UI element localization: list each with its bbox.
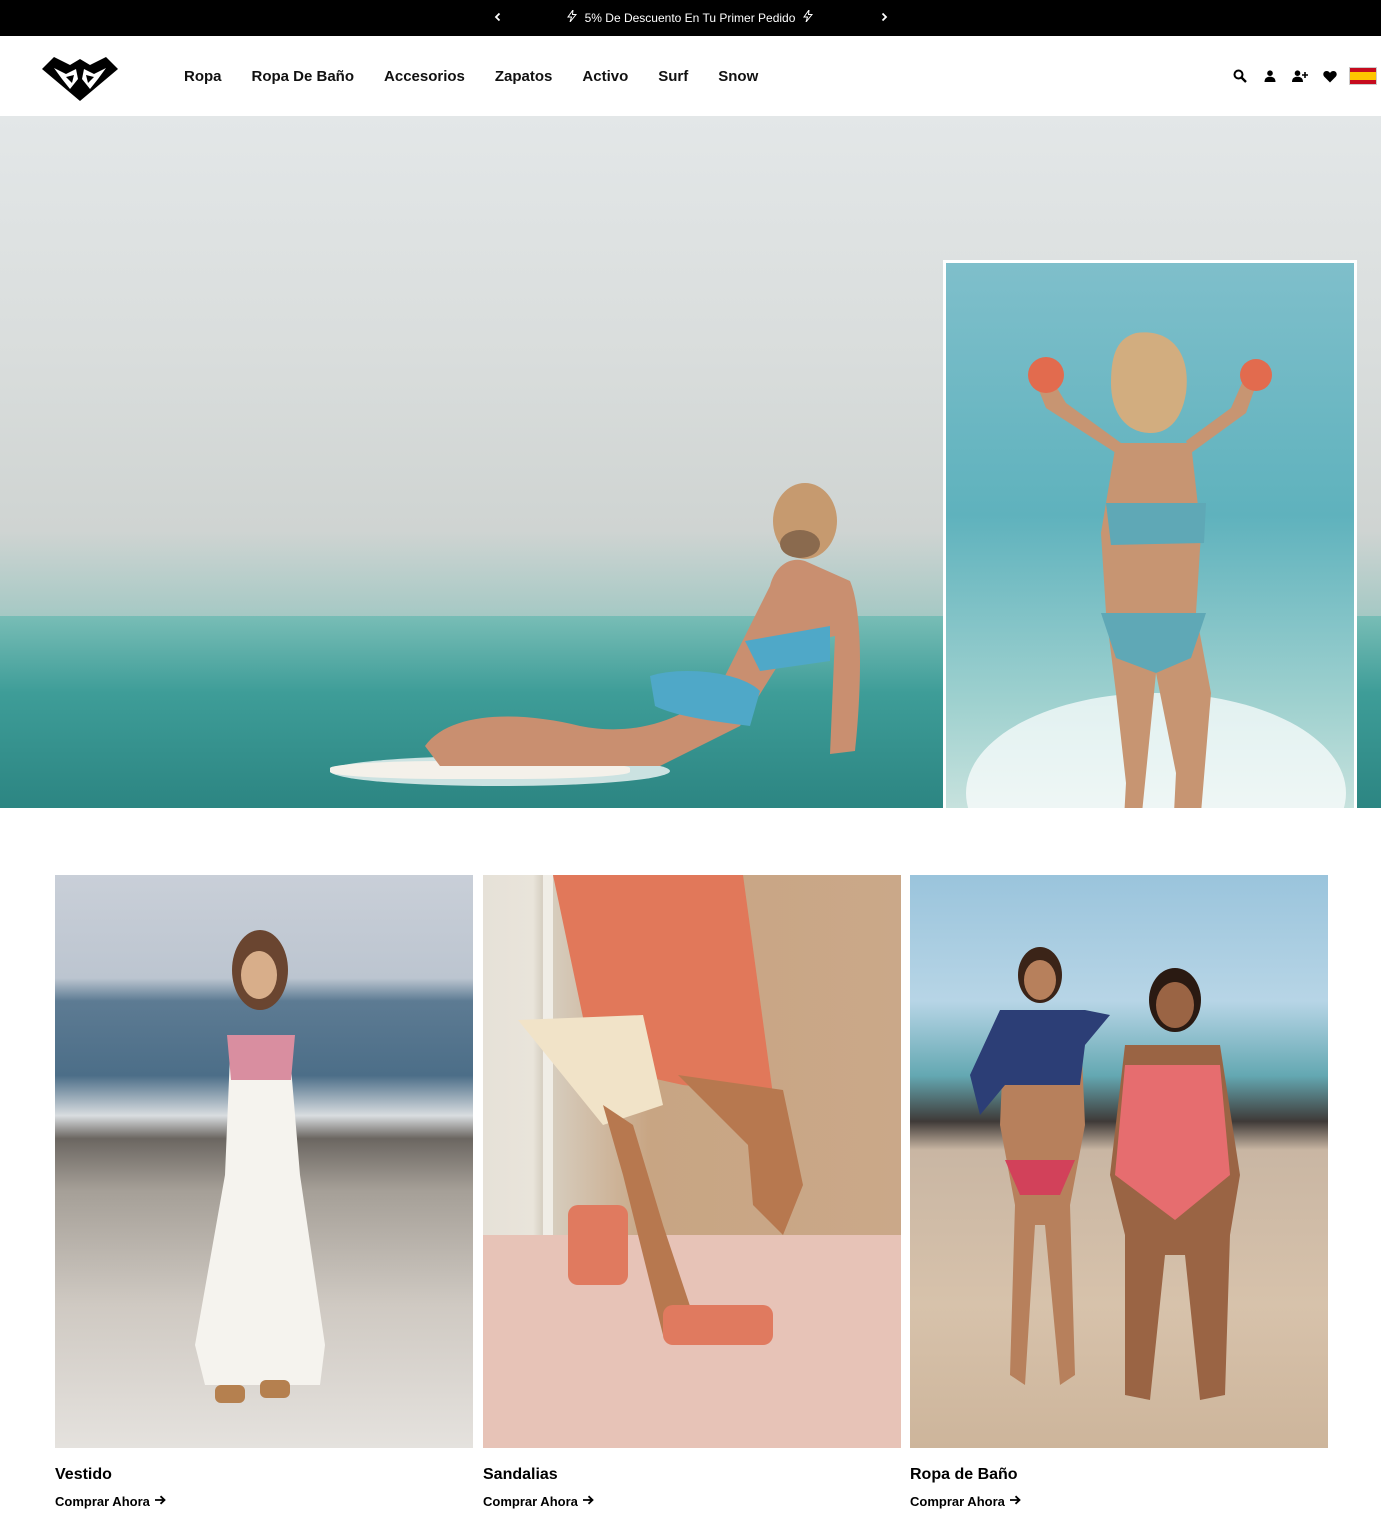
wishlist-button[interactable] [1315, 61, 1345, 91]
category-card-ropa-de-bano[interactable]: Ropa de Baño Comprar Ahora [910, 875, 1328, 1511]
category-title: Vestido [55, 1466, 112, 1483]
register-button[interactable] [1285, 61, 1315, 91]
promo-next-button[interactable] [875, 9, 893, 27]
sandals-model-figure [483, 875, 901, 1448]
surfer-figure [425, 483, 860, 766]
shop-now-link[interactable]: Comprar Ahora [910, 1493, 1021, 1509]
hero-inset-photo [943, 260, 1357, 808]
roxy-heart-logo-icon [42, 57, 118, 101]
register-icon [1292, 70, 1308, 82]
shop-now-link[interactable]: Comprar Ahora [55, 1493, 166, 1509]
site-header: Ropa Ropa De Baño Accesorios Zapatos Act… [0, 36, 1381, 116]
category-cards: Vestido Comprar Ahora Sandalias Comprar … [55, 875, 1328, 1515]
arrow-right-icon [582, 1494, 594, 1508]
wishlist-heart-icon [1323, 70, 1337, 82]
search-icon [1233, 69, 1247, 83]
hero-banner[interactable] [0, 116, 1381, 808]
chevron-left-icon [494, 12, 501, 22]
roxy-logo[interactable] [40, 55, 120, 103]
nav-item-ropa[interactable]: Ropa [184, 68, 222, 85]
flag-stripe [1350, 72, 1376, 80]
shop-now-label: Comprar Ahora [483, 1493, 578, 1509]
promo-message: 5% De Descuento En Tu Primer Pedido [584, 11, 796, 25]
nav-item-snow[interactable]: Snow [718, 68, 758, 85]
category-title: Ropa de Baño [910, 1466, 1018, 1483]
arrow-right-icon [154, 1494, 166, 1508]
nav-item-accesorios[interactable]: Accesorios [384, 68, 465, 85]
main-nav: Ropa Ropa De Baño Accesorios Zapatos Act… [184, 36, 788, 116]
header-icons [1225, 36, 1381, 116]
shop-now-label: Comprar Ahora [910, 1493, 1005, 1509]
chevron-right-icon [881, 12, 888, 22]
nav-item-activo[interactable]: Activo [582, 68, 628, 85]
spain-flag-icon[interactable] [1349, 67, 1377, 85]
category-card-sandalias[interactable]: Sandalias Comprar Ahora [483, 875, 901, 1511]
promo-prev-button[interactable] [489, 9, 507, 27]
dress-model-figure [195, 930, 325, 1403]
category-image-vestido[interactable] [55, 875, 473, 1448]
promo-bar: 5% De Descuento En Tu Primer Pedido [0, 0, 1381, 36]
account-button[interactable] [1255, 61, 1285, 91]
nav-item-zapatos[interactable]: Zapatos [495, 68, 553, 85]
flag-stripe [1350, 80, 1376, 84]
woman-figure [1028, 332, 1272, 808]
category-image-ropa-de-bano[interactable] [910, 875, 1328, 1448]
promo-message-container[interactable]: 5% De Descuento En Tu Primer Pedido [530, 0, 850, 36]
account-icon [1264, 70, 1276, 82]
swimwear-models-figure [970, 947, 1240, 1400]
category-title: Sandalias [483, 1466, 558, 1483]
search-button[interactable] [1225, 61, 1255, 91]
shop-now-link[interactable]: Comprar Ahora [483, 1493, 594, 1509]
nav-item-ropa-de-bano[interactable]: Ropa De Baño [252, 68, 355, 85]
bolt-icon [567, 1, 578, 37]
category-image-sandalias[interactable] [483, 875, 901, 1448]
bolt-icon [802, 1, 813, 37]
category-card-vestido[interactable]: Vestido Comprar Ahora [55, 875, 473, 1511]
arrow-right-icon [1009, 1494, 1021, 1508]
shop-now-label: Comprar Ahora [55, 1493, 150, 1509]
nav-item-surf[interactable]: Surf [658, 68, 688, 85]
